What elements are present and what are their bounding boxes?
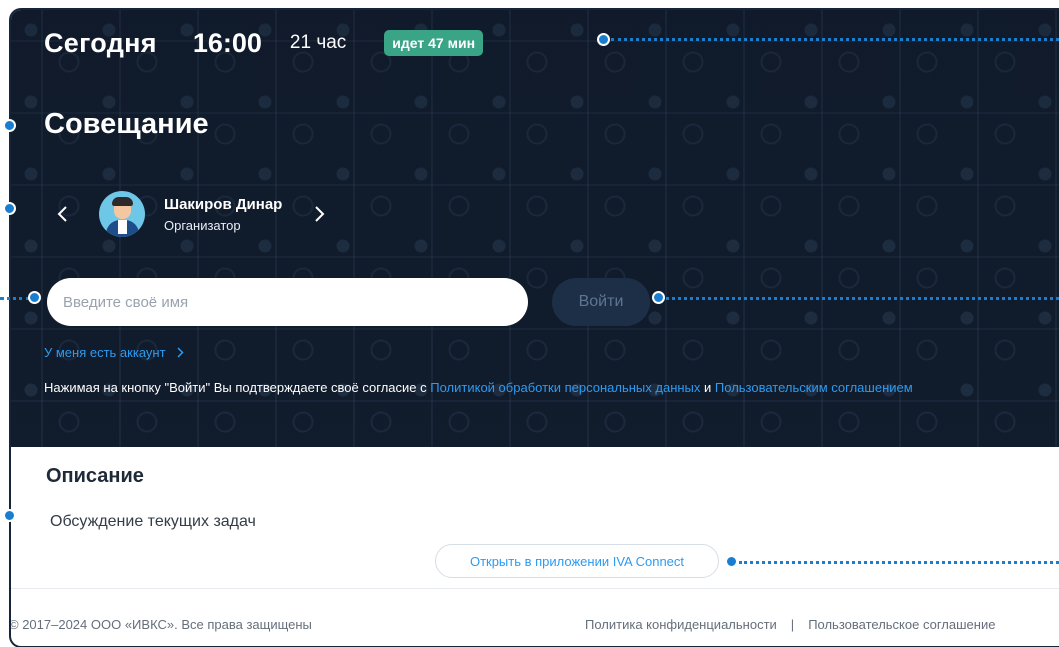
footer-divider <box>11 588 1059 589</box>
annotation-line-open-app <box>739 561 1059 564</box>
schedule-row: Сегодня 16:00 21 час идет 47 мин <box>44 26 484 60</box>
privacy-policy-link[interactable]: Политикой обработки персональных данных <box>430 380 700 395</box>
meeting-card: Сегодня 16:00 21 час идет 47 мин Совещан… <box>9 8 1059 647</box>
description-text: Обсуждение текущих задач <box>50 513 256 530</box>
avatar <box>99 191 145 237</box>
status-badge: идет 47 мин <box>384 30 484 56</box>
chevron-left-icon[interactable] <box>51 203 73 225</box>
organizer-role: Организатор <box>164 217 241 233</box>
user-agreement-link[interactable]: Пользовательским соглашением <box>715 380 913 395</box>
chevron-right-icon[interactable] <box>309 203 331 225</box>
copyright: © 2017–2024 ООО «ИВКС». Все права защище… <box>9 617 312 632</box>
annotation-dot-description <box>3 509 16 522</box>
annotation-line-input <box>0 297 30 300</box>
organizer-carousel: Шакиров Динар Организатор <box>51 191 331 237</box>
annotation-dot-open-app <box>725 555 738 568</box>
consent-and: и <box>704 380 712 395</box>
account-link[interactable]: У меня есть аккаунт <box>44 345 184 360</box>
name-input[interactable] <box>47 278 528 326</box>
annotation-dot-login <box>652 291 665 304</box>
annotation-dot-title <box>3 119 16 132</box>
today-label: Сегодня <box>44 27 157 58</box>
footer-links: Политика конфиденциальности | Пользовате… <box>585 617 995 632</box>
description-title: Описание <box>46 465 144 487</box>
duration-label: 21 час <box>289 32 347 53</box>
annotation-dot-input <box>28 291 41 304</box>
organizer-info: Шакиров Динар Организатор <box>164 196 282 233</box>
meeting-title: Совещание <box>44 108 209 140</box>
account-link-label: У меня есть аккаунт <box>44 345 166 360</box>
consent-prefix: Нажимая на кнопку "Войти" Вы подтверждае… <box>44 380 427 395</box>
privacy-link[interactable]: Политика конфиденциальности <box>585 617 777 632</box>
footer-separator: | <box>790 617 795 632</box>
start-time: 16:00 <box>192 27 262 58</box>
open-in-app-button[interactable]: Открыть в приложении IVA Connect <box>435 544 719 578</box>
consent-text: Нажимая на кнопку "Войти" Вы подтверждае… <box>44 380 913 395</box>
annotation-dot-organizer <box>3 202 16 215</box>
annotation-line-badge <box>611 38 1059 41</box>
annotation-dot-badge <box>597 33 610 46</box>
login-button[interactable]: Войти <box>552 278 650 326</box>
terms-link[interactable]: Пользовательское соглашение <box>808 617 995 632</box>
hero-banner: Сегодня 16:00 21 час идет 47 мин Совещан… <box>11 10 1059 447</box>
chevron-right-small-icon <box>177 345 184 360</box>
annotation-line-login <box>666 297 1059 300</box>
organizer-name: Шакиров Динар <box>164 195 283 213</box>
